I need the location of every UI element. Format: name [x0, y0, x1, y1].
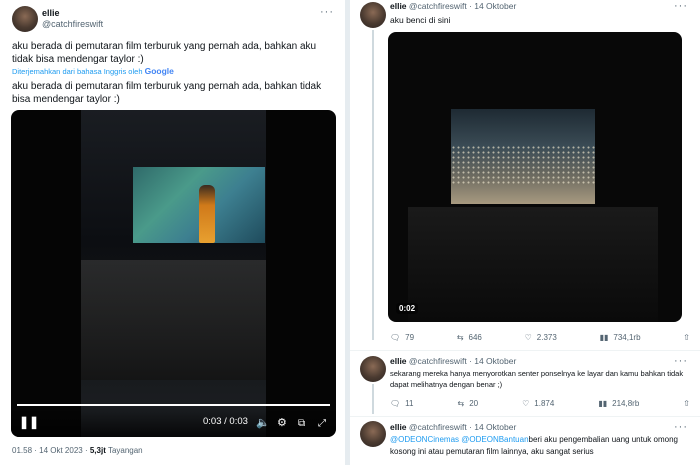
- author-name[interactable]: ellie: [42, 8, 60, 18]
- avatar[interactable]: [360, 2, 386, 28]
- avatar[interactable]: [360, 356, 386, 382]
- video-timer: 0:02: [396, 303, 419, 314]
- more-options-icon[interactable]: ···: [320, 6, 334, 18]
- share-button[interactable]: ⇧: [683, 399, 690, 408]
- thread-line: [372, 384, 374, 414]
- views-button[interactable]: ▮▮ 214,8rb: [598, 399, 639, 408]
- tweet-actions: 🗨 79 ⇆ 646 ♡ 2.373 ▮▮ 734,1rb ⇧: [390, 333, 690, 342]
- avatar[interactable]: [360, 421, 386, 447]
- tweet-actions: 🗨 11 ⇆ 20 ♡ 1.874 ▮▮ 214,8rb ⇧: [390, 399, 690, 408]
- more-options-icon[interactable]: ···: [674, 355, 688, 367]
- retweet-button[interactable]: ⇆ 20: [457, 399, 478, 408]
- tweet-header: ellie @catchfireswift · 14 Oktober: [390, 422, 516, 432]
- reply-count: 79: [405, 333, 415, 342]
- reply-count: 11: [405, 399, 414, 408]
- share-icon: ⇧: [683, 399, 690, 408]
- translation-note[interactable]: Diterjemahkan dari bahasa Inggris oleh G…: [12, 66, 174, 76]
- like-button[interactable]: ♡ 1.874: [522, 399, 554, 408]
- heart-icon: ♡: [524, 333, 532, 342]
- tweet-timestamp[interactable]: 01.58 · 14 Okt 2023 ·: [12, 446, 88, 455]
- fullscreen-icon[interactable]: ⤢: [318, 418, 326, 429]
- like-button[interactable]: ♡ 2.373: [525, 333, 557, 342]
- tweet-header: ellie @catchfireswift · 14 Oktober: [390, 1, 516, 11]
- retweet-count: 646: [468, 333, 482, 342]
- retweet-button[interactable]: ⇆ 646: [457, 333, 482, 342]
- author-name[interactable]: ellie: [390, 422, 407, 432]
- views-button[interactable]: ▮▮ 734,1rb: [600, 333, 641, 342]
- author-handle[interactable]: @catchfireswift: [42, 19, 103, 29]
- reply-button[interactable]: 🗨 79: [390, 333, 414, 342]
- author-handle[interactable]: @catchfireswift · 14 Oktober: [409, 356, 516, 366]
- video-player[interactable]: 0:02: [388, 32, 682, 322]
- picture-in-picture-icon[interactable]: ⧉: [298, 418, 305, 429]
- like-count: 2.373: [536, 333, 557, 342]
- reply-icon: 🗨: [390, 399, 401, 408]
- views-label: Tayangan: [107, 446, 143, 455]
- translated-text: aku berada di pemutaran film terburuk ya…: [12, 81, 322, 105]
- heart-icon: ♡: [522, 399, 530, 408]
- tweet-text: sekarang mereka hanya menyorotkan senter…: [390, 369, 684, 389]
- author-name[interactable]: ellie: [390, 356, 407, 366]
- author-name[interactable]: ellie: [390, 1, 407, 11]
- audience-rows: [408, 207, 658, 322]
- audience-rows: [81, 260, 266, 380]
- views-count: 734,1rb: [613, 333, 641, 342]
- thread-line: [372, 30, 374, 340]
- crowd-lights: [451, 145, 595, 185]
- settings-icon[interactable]: ⚙: [277, 416, 287, 429]
- video-player[interactable]: ❚❚ 0:03 / 0:03 🔈 ⚙ ⧉ ⤢: [11, 110, 336, 437]
- volume-icon[interactable]: 🔈: [256, 416, 270, 429]
- tweet-text: @ODEONCinemas @ODEONBantuanberi aku peng…: [390, 434, 690, 458]
- reply-icon: 🗨: [390, 333, 401, 342]
- more-options-icon[interactable]: ···: [674, 421, 688, 433]
- retweet-count: 20: [469, 399, 479, 408]
- more-options-icon[interactable]: ···: [674, 0, 688, 12]
- pause-icon[interactable]: ❚❚: [19, 415, 39, 429]
- translation-label: Diterjemahkan dari bahasa Inggris oleh: [12, 67, 143, 76]
- reply-button[interactable]: 🗨 11: [390, 399, 413, 408]
- google-logo: Google: [144, 66, 174, 76]
- chart-icon: ▮▮: [598, 399, 608, 408]
- retweet-icon: ⇆: [456, 333, 464, 342]
- share-button[interactable]: ⇧: [683, 333, 690, 342]
- mention-link[interactable]: @ODEONCinemas: [390, 435, 459, 444]
- chart-icon: ▮▮: [599, 333, 609, 342]
- like-count: 1.874: [534, 399, 555, 408]
- performer-figure: [199, 185, 215, 243]
- views-count: 214,8rb: [612, 399, 640, 408]
- tweet-text: aku berada di pemutaran film terburuk ya…: [12, 41, 317, 65]
- share-icon: ⇧: [683, 333, 690, 342]
- views-count: 5,3jt: [89, 446, 106, 455]
- mention-link[interactable]: @ODEONBantuan: [461, 435, 528, 444]
- tweet-header: ellie @catchfireswift · 14 Oktober: [390, 356, 516, 366]
- tweet-text: aku benci di sini: [390, 15, 451, 25]
- author-handle[interactable]: @catchfireswift · 14 Oktober: [409, 1, 516, 11]
- retweet-icon: ⇆: [457, 399, 465, 408]
- video-time: 0:03 / 0:03: [203, 416, 248, 427]
- movie-screen: [451, 109, 595, 204]
- progress-bar[interactable]: [17, 404, 330, 406]
- movie-screen: [133, 167, 265, 243]
- tweet-meta: 01.58 · 14 Okt 2023 · 5,3jt Tayangan: [12, 446, 143, 455]
- main-tweet: ellie @catchfireswift ··· aku berada di …: [0, 0, 345, 465]
- avatar[interactable]: [12, 6, 38, 32]
- reply-thread: ellie @catchfireswift · 14 Oktober ··· a…: [350, 0, 700, 465]
- author-handle[interactable]: @catchfireswift · 14 Oktober: [409, 422, 516, 432]
